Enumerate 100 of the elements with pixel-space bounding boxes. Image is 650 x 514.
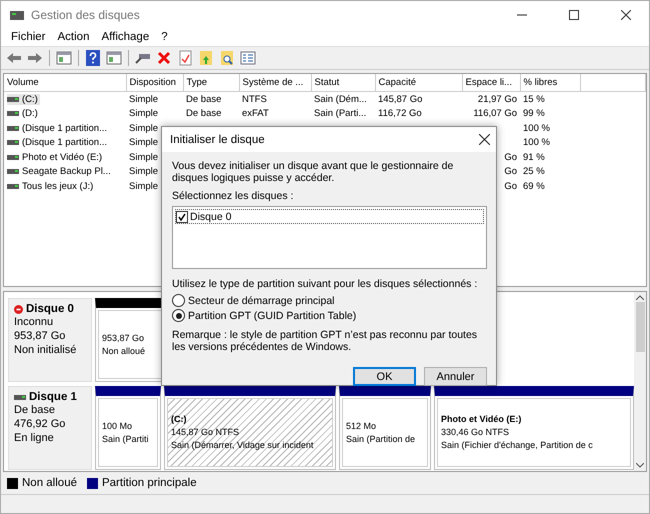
table-cell-text: Go: [503, 165, 518, 179]
drive-name[interactable]: Photo et Vidéo (E:): [7, 152, 104, 163]
maximize-icon[interactable]: [569, 10, 579, 20]
menu-item[interactable]: ?: [155, 31, 174, 43]
column-header[interactable]: Type: [183, 74, 239, 92]
disk-size: 953,87 Go: [14, 329, 66, 343]
column-header[interactable]: % libres: [520, 74, 580, 92]
partition-status: Sain (Partition de: [346, 432, 416, 446]
legend-label: Partition principale: [102, 477, 197, 489]
partition-block[interactable]: 100 Mo Sain (Partiti: [95, 386, 161, 470]
disk-list-item[interactable]: Disque 0: [175, 209, 484, 224]
drive-name[interactable]: (Disque 1 partition...: [7, 122, 110, 134]
drive-icon: [7, 126, 19, 131]
table-cell: Sain (Dém...: [311, 92, 375, 106]
dialog-note: Remarque : le style de partition GPT n’est pas reconnu par toutes les versions précédentes de Windows.: [172, 329, 478, 353]
drive-name[interactable]: (D:): [7, 108, 40, 120]
table-cell: De base: [183, 92, 239, 106]
disk-label-panel[interactable]: Disque 1 De base 476,92 Go En ligne: [8, 386, 92, 470]
panel-icon[interactable]: [105, 49, 123, 67]
table-cell-text: 25 %: [522, 165, 546, 179]
table-cell-text: Simple: [128, 180, 160, 194]
partition-status: Non alloué: [102, 344, 146, 358]
radio-button[interactable]: [172, 294, 185, 307]
delete-icon[interactable]: [155, 49, 173, 67]
menu-item[interactable]: Affichage: [95, 31, 156, 43]
partition-type-prompt: Utilisez le type de partition suivant pour les disques sélectionnés :: [172, 278, 478, 290]
disk-type: De base: [14, 403, 56, 417]
disk-state: Non initialisé: [14, 343, 78, 357]
partition-label: Photo et Vidéo (E:): [441, 413, 522, 426]
menu-item[interactable]: Action: [52, 31, 96, 43]
close-icon[interactable]: [479, 134, 490, 145]
drive-icon: [14, 394, 26, 400]
table-cell-text: Simple: [128, 107, 160, 121]
column-header[interactable]: Espace li...: [462, 74, 520, 92]
table-cell-text: Go: [503, 180, 518, 194]
radio-button[interactable]: [172, 309, 185, 322]
menu-item[interactable]: Fichier: [5, 31, 52, 43]
table-cell-text: 116,07 Go: [472, 107, 518, 121]
close-icon[interactable]: [621, 10, 631, 20]
table-cell-text: Simple: [128, 122, 160, 136]
drive-name[interactable]: (C:): [7, 94, 40, 105]
partition-block[interactable]: (C:) 145,87 Go NTFS Sain (Démarrer, Vidage sur incident: [164, 386, 336, 470]
partition-size: 512 Mo: [346, 420, 376, 432]
partition-block[interactable]: Photo et Vidéo (E:) 330,46 Go NTFS Sain (Fichier d'échange, Partition de c: [434, 386, 634, 470]
radio-option[interactable]: Partition GPT (GUID Partition Table): [172, 308, 487, 323]
table-cell-text: 99 %: [522, 107, 546, 121]
folder-up-icon[interactable]: [197, 49, 215, 67]
legend-label: Non alloué: [22, 477, 77, 489]
table-cell-text: De base: [185, 107, 222, 121]
column-header[interactable]: Disposition: [126, 74, 183, 92]
dialog-button[interactable]: Annuler: [424, 367, 487, 386]
drive-name[interactable]: Tous les jeux (J:): [7, 180, 96, 192]
column-header[interactable]: Volume: [4, 74, 126, 92]
error-icon: [14, 304, 23, 314]
disk-label-panel[interactable]: Disque 0 Inconnu 953,87 Go Non initialisé: [8, 298, 92, 382]
partition-block[interactable]: 512 Mo Sain (Partition de: [339, 386, 431, 470]
column-header[interactable]: Système de ...: [239, 74, 311, 92]
table-cell-text: 69 %: [522, 180, 546, 194]
help-icon[interactable]: [84, 49, 102, 67]
drive-icon: [7, 169, 19, 174]
scrollbar[interactable]: [634, 292, 646, 471]
dialog-title: Initialiser le disque: [170, 134, 265, 146]
scroll-up-icon: [636, 295, 644, 300]
partition-status: Sain (Fichier d'échange, Partition de c: [441, 439, 593, 452]
dialog-message: Vous devez initialiser un disque avant que le gestionnaire de disques logiques puisse y accéder.: [172, 160, 454, 184]
partition-status: Sain (Démarrer, Vidage sur incident: [171, 439, 314, 452]
partition-size: 953,87 Go: [102, 332, 144, 344]
drive-icon: [7, 184, 19, 189]
table-cell: NTFS: [239, 92, 311, 106]
disk-size: 476,92 Go: [14, 417, 66, 431]
table-cell: Simple: [126, 92, 183, 106]
table-cell-text: Sain (Parti...: [313, 107, 368, 121]
table-cell-text: 91 %: [522, 150, 546, 164]
partition-size: 330,46 Go NTFS: [441, 426, 510, 439]
drive-icon: [7, 140, 19, 146]
disk-type: Inconnu: [14, 315, 54, 329]
disk-name: Disque 1: [14, 391, 86, 403]
dialog-button[interactable]: OK: [353, 367, 416, 386]
partition-label: (C:): [171, 413, 186, 426]
table-cell-text: Go: [503, 150, 518, 164]
table-cell: 145,87 Go: [375, 92, 462, 106]
scroll-down-icon: [636, 463, 644, 468]
column-header[interactable]: Capacité: [375, 74, 462, 92]
column-header[interactable]: Statut: [311, 74, 375, 92]
table-cell-text: 100 %: [522, 136, 551, 150]
properties-icon[interactable]: [239, 49, 257, 67]
table-cell-text: Simple: [128, 150, 160, 164]
partition-size: 100 Mo: [102, 420, 132, 432]
table-cell-text: 116,72 Go: [377, 107, 423, 121]
folder-search-icon[interactable]: [218, 49, 236, 67]
table-cell: 21,97 Go: [462, 92, 520, 106]
table-cell: 15 %: [520, 92, 580, 106]
radio-option[interactable]: Secteur de démarrage principal: [172, 293, 487, 308]
drive-name[interactable]: Seagate Backup Pl...: [7, 166, 113, 178]
panel-icon[interactable]: [55, 49, 73, 67]
window-title: Gestion des disques: [31, 8, 141, 22]
drive-name[interactable]: (Disque 1 partition...: [7, 137, 110, 148]
disk-name: Disque 0: [14, 303, 86, 315]
checkbox[interactable]: [176, 210, 188, 222]
scroll-thumb[interactable]: [636, 302, 644, 352]
